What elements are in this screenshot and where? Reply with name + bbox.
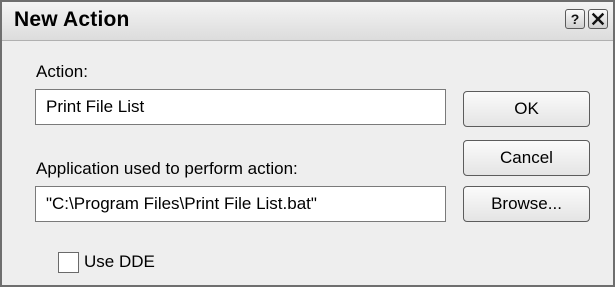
action-input[interactable]: Print File List — [35, 89, 446, 125]
use-dde-label: Use DDE — [84, 252, 155, 271]
action-label: Action: — [36, 62, 88, 81]
svg-text:?: ? — [571, 11, 580, 27]
browse-button[interactable]: Browse... — [463, 186, 590, 222]
cancel-button[interactable]: Cancel — [463, 140, 590, 176]
new-action-dialog: New Action ? Action: Print File List App… — [0, 0, 615, 287]
close-x-icon — [591, 12, 605, 26]
title-bar[interactable]: New Action ? — [2, 2, 613, 41]
application-label: Application used to perform action: — [36, 159, 298, 178]
close-button[interactable] — [588, 9, 608, 29]
ok-button[interactable]: OK — [463, 91, 590, 127]
question-mark-icon: ? — [571, 11, 580, 27]
help-button[interactable]: ? — [565, 9, 585, 29]
use-dde-checkbox[interactable] — [58, 252, 79, 273]
application-input[interactable]: "C:\Program Files\Print File List.bat" — [35, 186, 446, 222]
dialog-title: New Action — [14, 8, 130, 31]
